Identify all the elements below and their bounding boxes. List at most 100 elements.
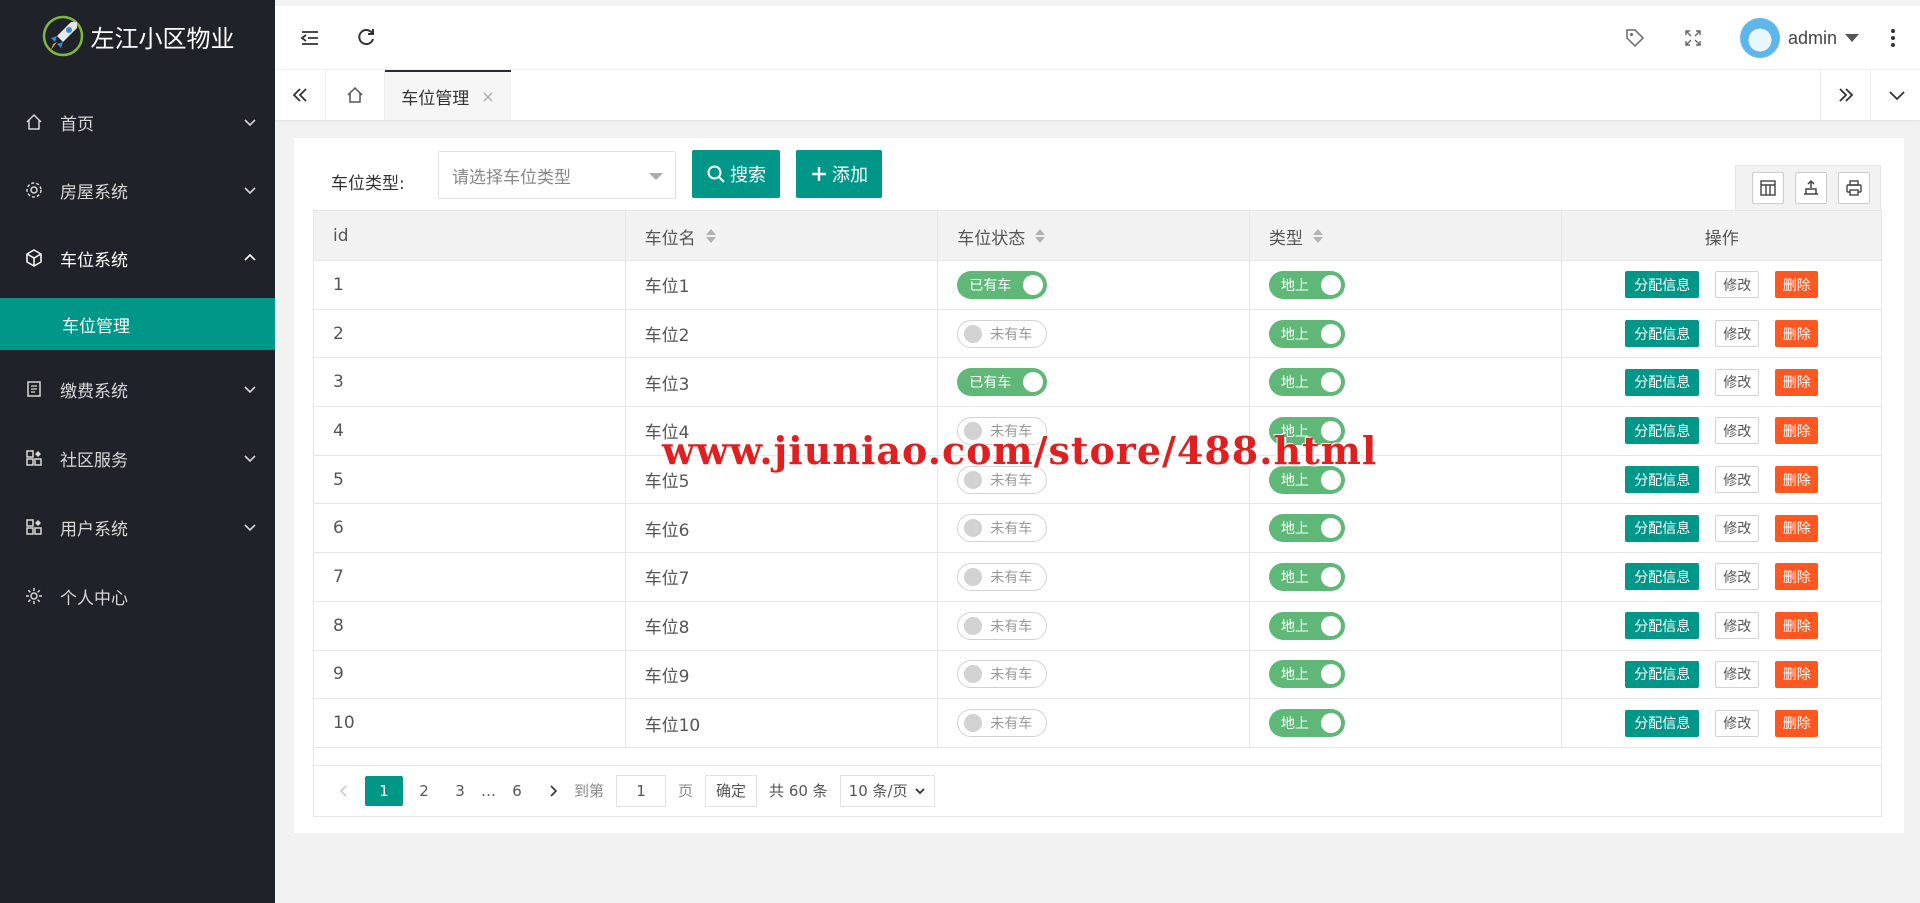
status-switch[interactable]: 已有车 bbox=[957, 270, 1048, 299]
edit-button[interactable]: 修改 bbox=[1715, 660, 1760, 688]
edit-button[interactable]: 修改 bbox=[1715, 563, 1760, 591]
sort-icon[interactable] bbox=[705, 229, 716, 243]
more-button[interactable] bbox=[1865, 6, 1920, 70]
delete-button[interactable]: 删除 bbox=[1775, 709, 1819, 737]
edit-button[interactable]: 修改 bbox=[1715, 514, 1760, 542]
status-switch[interactable]: 未有车 bbox=[957, 514, 1048, 543]
status-switch[interactable]: 已有车 bbox=[957, 368, 1048, 397]
print-button[interactable] bbox=[1838, 172, 1870, 204]
assign-info-button[interactable]: 分配信息 bbox=[1625, 368, 1700, 396]
delete-button[interactable]: 删除 bbox=[1775, 466, 1819, 494]
goto-page-input[interactable]: 1 bbox=[616, 774, 667, 807]
table-header: id 车位名 车位状态 类型 操作 bbox=[314, 211, 1881, 261]
type-switch[interactable]: 地上 bbox=[1268, 368, 1345, 397]
assign-info-button[interactable]: 分配信息 bbox=[1625, 709, 1700, 737]
parking-type-select[interactable]: 请选择车位类型 bbox=[438, 151, 676, 199]
more-vertical-icon bbox=[1891, 29, 1895, 47]
search-button[interactable]: 搜索 bbox=[692, 150, 780, 198]
next-page-button[interactable] bbox=[538, 776, 568, 806]
type-switch[interactable]: 地上 bbox=[1268, 270, 1345, 299]
status-switch[interactable]: 未有车 bbox=[957, 709, 1048, 738]
sidebar-item-housing[interactable]: 房屋系统 bbox=[0, 163, 275, 217]
assign-info-button[interactable]: 分配信息 bbox=[1625, 514, 1700, 542]
type-switch[interactable]: 地上 bbox=[1268, 562, 1345, 591]
edit-button[interactable]: 修改 bbox=[1715, 709, 1760, 737]
status-switch[interactable]: 未有车 bbox=[957, 660, 1048, 689]
page-button[interactable]: 2 bbox=[409, 776, 439, 806]
tab-parking-management[interactable]: 车位管理 × bbox=[385, 70, 511, 120]
delete-button[interactable]: 删除 bbox=[1775, 563, 1819, 591]
user-menu[interactable]: admin bbox=[1740, 6, 1860, 70]
delete-button[interactable]: 删除 bbox=[1775, 417, 1819, 445]
type-switch[interactable]: 地上 bbox=[1268, 514, 1345, 543]
delete-button[interactable]: 删除 bbox=[1775, 612, 1819, 640]
sort-icon[interactable] bbox=[1035, 229, 1046, 243]
status-switch[interactable]: 未有车 bbox=[957, 562, 1048, 591]
status-switch[interactable]: 未有车 bbox=[957, 319, 1048, 348]
type-switch[interactable]: 地上 bbox=[1268, 611, 1345, 640]
tab-menu-button[interactable] bbox=[1871, 70, 1920, 120]
column-header-label: 车位名 bbox=[644, 228, 696, 249]
edit-button[interactable]: 修改 bbox=[1715, 612, 1760, 640]
sidebar-item-home[interactable]: 首页 bbox=[0, 95, 275, 149]
assign-info-button[interactable]: 分配信息 bbox=[1625, 271, 1700, 299]
fullscreen-button[interactable] bbox=[1665, 6, 1721, 70]
page-button[interactable]: 1 bbox=[365, 775, 403, 806]
delete-button[interactable]: 删除 bbox=[1775, 320, 1819, 348]
cell-name: 车位8 bbox=[626, 601, 939, 650]
status-switch[interactable]: 未有车 bbox=[957, 611, 1048, 640]
sidebar-item-label: 用户系统 bbox=[60, 519, 128, 540]
switch-knob bbox=[1320, 713, 1341, 734]
refresh-button[interactable] bbox=[338, 6, 394, 70]
edit-button[interactable]: 修改 bbox=[1715, 466, 1760, 494]
edit-button[interactable]: 修改 bbox=[1715, 271, 1760, 299]
edit-button[interactable]: 修改 bbox=[1715, 417, 1760, 445]
sidebar: 左江小区物业 首页 房屋系统 车位系统 车位管理 缴费系统 社区服务 用户系统 … bbox=[0, 0, 275, 903]
theme-button[interactable] bbox=[1607, 6, 1663, 70]
page-size-select[interactable]: 10 条/页 bbox=[839, 774, 935, 807]
tab-home[interactable] bbox=[326, 70, 385, 120]
column-header-status[interactable]: 车位状态 bbox=[938, 211, 1250, 261]
collapse-menu-button[interactable] bbox=[282, 6, 338, 70]
sidebar-subitem-parking-management[interactable]: 车位管理 bbox=[0, 298, 275, 350]
gear-icon bbox=[26, 182, 42, 198]
switch-knob bbox=[1320, 372, 1341, 393]
assign-info-button[interactable]: 分配信息 bbox=[1625, 417, 1700, 445]
sort-icon[interactable] bbox=[1312, 229, 1323, 243]
bill-icon bbox=[27, 381, 41, 397]
sidebar-item-profile[interactable]: 个人中心 bbox=[0, 569, 275, 623]
switch-knob bbox=[964, 714, 983, 733]
type-switch[interactable]: 地上 bbox=[1268, 660, 1345, 689]
type-switch[interactable]: 地上 bbox=[1268, 709, 1345, 738]
prev-page-button[interactable] bbox=[329, 776, 359, 806]
assign-info-button[interactable]: 分配信息 bbox=[1625, 320, 1700, 348]
column-header-type[interactable]: 类型 bbox=[1250, 211, 1563, 261]
columns-filter-button[interactable] bbox=[1752, 172, 1784, 204]
column-header-name[interactable]: 车位名 bbox=[626, 211, 939, 261]
cell-id-value: 8 bbox=[333, 615, 344, 636]
export-button[interactable] bbox=[1795, 172, 1827, 204]
assign-info-button[interactable]: 分配信息 bbox=[1625, 563, 1700, 591]
delete-button[interactable]: 删除 bbox=[1775, 368, 1819, 396]
sidebar-item-users[interactable]: 用户系统 bbox=[0, 500, 275, 554]
assign-info-button[interactable]: 分配信息 bbox=[1625, 660, 1700, 688]
tab-scroll-left-button[interactable] bbox=[275, 70, 326, 120]
sidebar-item-billing[interactable]: 缴费系统 bbox=[0, 362, 275, 416]
delete-button[interactable]: 删除 bbox=[1775, 271, 1819, 299]
tab-scroll-right-button[interactable] bbox=[1820, 70, 1871, 120]
add-button[interactable]: 添加 bbox=[796, 150, 882, 198]
delete-button[interactable]: 删除 bbox=[1775, 514, 1819, 542]
table-body: 1 车位1 已有车 地上 分配信息 修改 删除 2 车位2 未有车 地上 分配信息 修改 删除 3 车位3 已有… bbox=[314, 261, 1881, 748]
edit-button[interactable]: 修改 bbox=[1715, 368, 1760, 396]
delete-button[interactable]: 删除 bbox=[1775, 660, 1819, 688]
type-switch[interactable]: 地上 bbox=[1268, 319, 1345, 348]
assign-info-button[interactable]: 分配信息 bbox=[1625, 612, 1700, 640]
page-button[interactable]: 3 bbox=[445, 776, 475, 806]
sidebar-item-parking[interactable]: 车位系统 bbox=[0, 231, 275, 285]
sidebar-item-community[interactable]: 社区服务 bbox=[0, 431, 275, 485]
page-button[interactable]: 6 bbox=[502, 776, 532, 806]
edit-button[interactable]: 修改 bbox=[1715, 320, 1760, 348]
close-icon[interactable]: × bbox=[481, 87, 494, 106]
goto-confirm-button[interactable]: 确定 bbox=[705, 774, 758, 807]
assign-info-button[interactable]: 分配信息 bbox=[1625, 466, 1700, 494]
